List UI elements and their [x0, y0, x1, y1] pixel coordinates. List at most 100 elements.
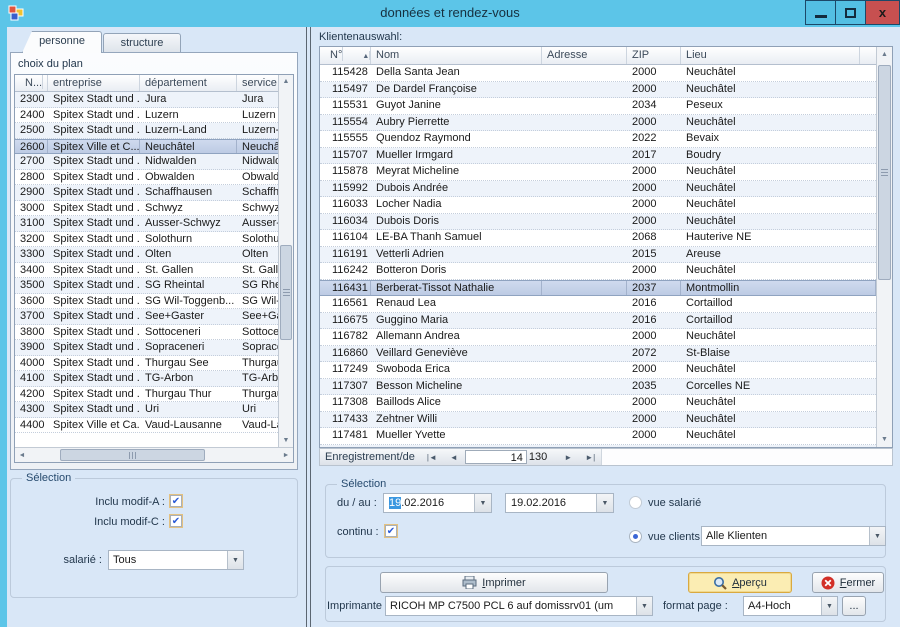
- table-row[interactable]: 4100Spitex Stadt und ...TG-ArbonTG-Arbon: [15, 371, 278, 387]
- tab-structure[interactable]: structure: [103, 33, 181, 53]
- table-row[interactable]: 3100Spitex Stadt und ...Ausser-SchwyzAus…: [15, 216, 278, 232]
- scroll-left-icon[interactable]: ◄: [18, 452, 26, 459]
- chevron-down-icon[interactable]: ▼: [596, 494, 613, 512]
- previous-record-button[interactable]: ◄: [443, 453, 465, 462]
- scroll-up-icon[interactable]: ▲: [279, 78, 293, 85]
- tab-personne[interactable]: personne: [22, 31, 102, 53]
- table-row[interactable]: 2400Spitex Stadt und ...LuzernLuzern: [15, 108, 278, 124]
- table-row[interactable]: 4000Spitex Stadt und ...Thurgau SeeThurg…: [15, 356, 278, 372]
- clients-grid-vscrollbar[interactable]: ▲ ▼: [876, 47, 892, 447]
- plan-grid-vscrollbar[interactable]: ▲ ▼: [278, 75, 293, 447]
- clients-filter-combobox[interactable]: Alle Klienten ▼: [701, 526, 886, 546]
- table-row[interactable]: 3000Spitex Stadt und ...SchwyzSchwyz: [15, 201, 278, 217]
- table-row[interactable]: 2600Spitex Ville et C...NeuchâtelNeuchât…: [15, 139, 278, 155]
- table-row[interactable]: 116675Guggino Maria2016Cortaillod: [320, 313, 876, 330]
- table-row[interactable]: 115878Meyrat Micheline2000Neuchâtel: [320, 164, 876, 181]
- plan-grid-hscrollbar[interactable]: ◄ ►: [15, 447, 293, 462]
- table-row[interactable]: 115554Aubry Pierrette2000Neuchâtel: [320, 115, 876, 132]
- table-row[interactable]: 116104LE-BA Thanh Samuel2068Hauterive NE: [320, 230, 876, 247]
- chevron-down-icon[interactable]: ▼: [227, 551, 243, 569]
- modif-c-checkbox[interactable]: ✔: [169, 514, 183, 528]
- table-row[interactable]: 4300Spitex Stadt und ...UriUri: [15, 402, 278, 418]
- table-row[interactable]: 2500Spitex Stadt und ...Luzern-LandLuzer…: [15, 123, 278, 139]
- chevron-down-icon[interactable]: ▼: [869, 527, 885, 545]
- format-page-combobox[interactable]: A4-Hoch ▼: [743, 596, 838, 616]
- table-row[interactable]: 116431Berberat-Tissot Nathalie2037Montmo…: [320, 280, 876, 297]
- table-row[interactable]: 116782Allemann Andrea2000Neuchâtel: [320, 329, 876, 346]
- column-header-service[interactable]: service: [237, 75, 283, 91]
- table-row[interactable]: 117307Besson Micheline2035Corcelles NE: [320, 379, 876, 396]
- column-header-zip[interactable]: ZIP: [627, 47, 681, 64]
- chevron-down-icon[interactable]: ▼: [821, 597, 837, 615]
- table-row[interactable]: 2900Spitex Stadt und ...SchaffhausenScha…: [15, 185, 278, 201]
- table-row[interactable]: 3400Spitex Stadt und ...St. GallenSt. Ga…: [15, 263, 278, 279]
- table-row[interactable]: 3900Spitex Stadt und ...SopraceneriSopra…: [15, 340, 278, 356]
- imprimante-combobox[interactable]: RICOH MP C7500 PCL 6 auf domissrv01 (um …: [385, 596, 653, 616]
- table-row[interactable]: 115707Mueller Irmgard2017Boudry: [320, 148, 876, 165]
- table-row[interactable]: 115428Della Santa Jean2000Neuchâtel: [320, 65, 876, 82]
- maximize-button[interactable]: [835, 0, 866, 25]
- imprimer-button[interactable]: Imprimer: [380, 572, 608, 593]
- table-row[interactable]: 2800Spitex Stadt und ...ObwaldenObwalden: [15, 170, 278, 186]
- column-header-lieu[interactable]: Lieu: [681, 47, 860, 64]
- table-row[interactable]: 3200Spitex Stadt und ...SolothurnSolothu…: [15, 232, 278, 248]
- chevron-down-icon[interactable]: ▼: [636, 597, 652, 615]
- scrollbar-thumb[interactable]: [280, 245, 292, 340]
- minimize-button[interactable]: [805, 0, 836, 25]
- table-row[interactable]: 3500Spitex Stadt und ...SG RheintalSG Rh…: [15, 278, 278, 294]
- table-row[interactable]: 116860Veillard Geneviève2072St-Blaise: [320, 346, 876, 363]
- apercu-button[interactable]: Aperçu: [688, 572, 792, 593]
- table-row[interactable]: 115555Quendoz Raymond2022Bevaix: [320, 131, 876, 148]
- table-row[interactable]: 116191Vetterli Adrien2015Areuse: [320, 247, 876, 264]
- panel-splitter[interactable]: [306, 27, 311, 627]
- scroll-right-icon[interactable]: ►: [282, 452, 290, 459]
- table-row[interactable]: 2700Spitex Stadt und ...NidwaldenNidwald…: [15, 154, 278, 170]
- table-row[interactable]: 3300Spitex Stadt und ...OltenOlten: [15, 247, 278, 263]
- column-header-nom[interactable]: Nom: [371, 47, 542, 64]
- modif-a-checkbox[interactable]: ✔: [169, 494, 183, 508]
- table-row[interactable]: 117433Zehtner Willi2000Neuchâtel: [320, 412, 876, 429]
- table-row[interactable]: 3800Spitex Stadt und ...SottoceneriSotto…: [15, 325, 278, 341]
- table-row[interactable]: 116242Botteron Doris2000Neuchâtel: [320, 263, 876, 280]
- table-row[interactable]: 117249Swoboda Erica2000Neuchâtel: [320, 362, 876, 379]
- table-row[interactable]: 115531Guyot Janine2034Peseux: [320, 98, 876, 115]
- table-row[interactable]: 4400Spitex Ville et Ca...Vaud-LausanneVa…: [15, 418, 278, 434]
- chevron-down-icon[interactable]: ▼: [474, 494, 491, 512]
- column-header-n[interactable]: N...▲: [15, 75, 48, 91]
- table-row[interactable]: 117481Mueller Yvette2000Neuchâtel: [320, 428, 876, 445]
- close-button[interactable]: x: [865, 0, 900, 25]
- scroll-down-icon[interactable]: ▼: [877, 436, 892, 443]
- table-row[interactable]: 3700Spitex Stadt und ...See+GasterSee+Ga…: [15, 309, 278, 325]
- table-row[interactable]: 115992Dubois Andrée2000Neuchâtel: [320, 181, 876, 198]
- date-to-picker[interactable]: 19.02.2016 ▼: [505, 493, 614, 513]
- table-row[interactable]: 116561Renaud Lea2016Cortaillod: [320, 296, 876, 313]
- column-header-adresse[interactable]: Adresse: [542, 47, 627, 64]
- vue-clients-radio[interactable]: [629, 530, 642, 543]
- table-row[interactable]: 3600Spitex Stadt und ...SG Wil-Toggenb..…: [15, 294, 278, 310]
- salarie-combobox[interactable]: Tous ▼: [108, 550, 244, 570]
- column-header-departement[interactable]: département: [140, 75, 237, 91]
- table-row[interactable]: 2300Spitex Stadt und ...JuraJura: [15, 92, 278, 108]
- current-record-input[interactable]: 14: [465, 450, 527, 464]
- column-header-no[interactable]: N°▲: [320, 47, 371, 64]
- table-row[interactable]: 117308Baillods Alice2000Neuchâtel: [320, 395, 876, 412]
- scrollbar-thumb[interactable]: [878, 65, 891, 280]
- fermer-button[interactable]: Fermer: [812, 572, 884, 593]
- scrollbar-thumb[interactable]: [60, 449, 205, 461]
- more-options-button[interactable]: ...: [842, 596, 866, 616]
- scroll-down-icon[interactable]: ▼: [279, 437, 293, 444]
- date-from-picker[interactable]: 19.02.2016 ▼: [383, 493, 492, 513]
- last-record-button[interactable]: ►|: [579, 453, 601, 462]
- vue-salarie-radio[interactable]: [629, 496, 642, 509]
- table-row[interactable]: 115497De Dardel Françoise2000Neuchâtel: [320, 82, 876, 99]
- first-record-button[interactable]: |◄: [421, 453, 443, 462]
- cell: Vaud-Lausanne: [237, 418, 278, 433]
- scroll-up-icon[interactable]: ▲: [877, 51, 892, 58]
- continu-checkbox[interactable]: ✔: [384, 524, 398, 538]
- next-record-button[interactable]: ►: [557, 453, 579, 462]
- table-row[interactable]: 116033Locher Nadia2000Neuchâtel: [320, 197, 876, 214]
- table-row[interactable]: 4200Spitex Stadt und ...Thurgau ThurThur…: [15, 387, 278, 403]
- column-header-entreprise[interactable]: entreprise: [48, 75, 140, 91]
- table-row[interactable]: 116034Dubois Doris2000Neuchâtel: [320, 214, 876, 231]
- table-row[interactable]: 117575Guinchard Charles2000Neuchâtel: [320, 445, 876, 448]
